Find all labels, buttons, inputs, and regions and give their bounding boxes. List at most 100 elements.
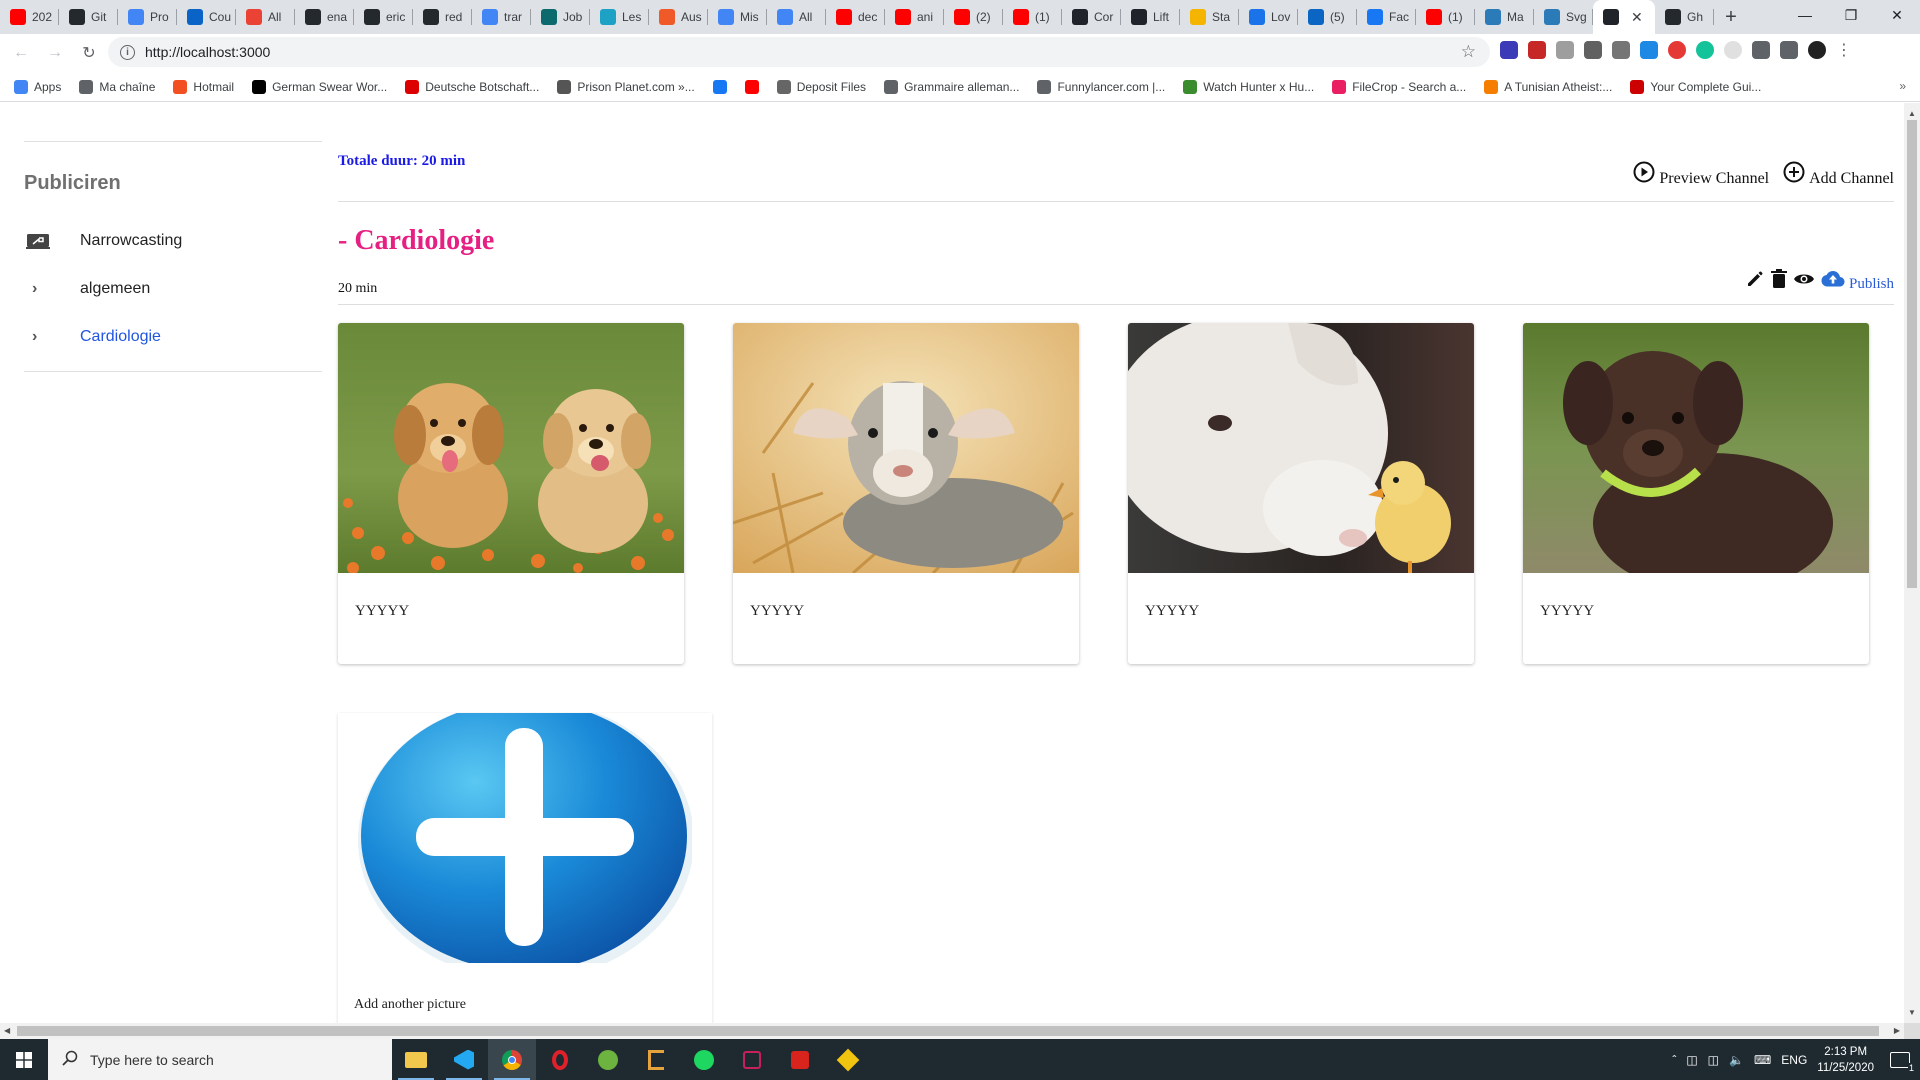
- browser-tab[interactable]: Lov: [1239, 0, 1298, 34]
- extension-icon[interactable]: [1500, 41, 1518, 59]
- taskbar-search-box[interactable]: Type here to search: [48, 1039, 392, 1080]
- minimize-button[interactable]: —: [1782, 0, 1828, 30]
- bookmark-item[interactable]: Ma chaîne: [79, 79, 155, 94]
- new-tab-button[interactable]: +: [1714, 0, 1748, 34]
- sidebar-item-algemeen[interactable]: › algemeen: [24, 265, 322, 313]
- browser-tab[interactable]: Aus: [649, 0, 708, 34]
- volume-icon[interactable]: 🔈: [1729, 1053, 1744, 1067]
- browser-tab[interactable]: Les: [590, 0, 649, 34]
- network-icon[interactable]: ◫: [1686, 1053, 1697, 1067]
- file-explorer-icon[interactable]: [392, 1039, 440, 1080]
- chevron-right-icon[interactable]: ›: [24, 328, 80, 346]
- picture-card[interactable]: YYYYY: [733, 323, 1079, 664]
- extensions-puzzle-icon[interactable]: [1752, 41, 1770, 59]
- browser-tab[interactable]: All: [236, 0, 295, 34]
- scroll-left-arrow-icon[interactable]: ◀: [4, 1026, 10, 1035]
- forward-button[interactable]: →: [42, 40, 68, 66]
- vscode-icon[interactable]: [440, 1039, 488, 1080]
- bookmark-item[interactable]: Your Complete Gui...: [1630, 79, 1761, 94]
- chrome-icon[interactable]: [488, 1039, 536, 1080]
- keyboard-icon[interactable]: ⌨: [1754, 1053, 1771, 1067]
- picture-card[interactable]: YYYYY: [1128, 323, 1474, 664]
- browser-tab[interactable]: (2): [944, 0, 1003, 34]
- browser-tab[interactable]: ena: [295, 0, 354, 34]
- extension-icon[interactable]: [1584, 41, 1602, 59]
- address-bar[interactable]: i http://localhost:3000 ☆: [108, 37, 1490, 67]
- picture-card[interactable]: YYYYY: [338, 323, 684, 664]
- windows-start-button[interactable]: [0, 1039, 48, 1080]
- extension-icon[interactable]: [1556, 41, 1574, 59]
- horizontal-scrollbar[interactable]: ◀ ▶: [0, 1023, 1904, 1039]
- bookmark-item[interactable]: Deposit Files: [776, 79, 866, 94]
- site-info-icon[interactable]: i: [120, 44, 135, 60]
- scroll-up-arrow-icon[interactable]: ▲: [1908, 109, 1916, 118]
- browser-tab[interactable]: Cou: [177, 0, 236, 34]
- scroll-down-arrow-icon[interactable]: ▼: [1908, 1008, 1916, 1017]
- browser-tab[interactable]: (1): [1003, 0, 1062, 34]
- picture-card[interactable]: YYYYY: [1523, 323, 1869, 664]
- horizontal-scroll-thumb[interactable]: [17, 1026, 1879, 1036]
- browser-tab[interactable]: Cor: [1062, 0, 1121, 34]
- add-channel-button[interactable]: Add Channel: [1783, 161, 1894, 188]
- restore-button[interactable]: ❐: [1828, 0, 1874, 30]
- scroll-right-arrow-icon[interactable]: ▶: [1894, 1026, 1900, 1035]
- close-tab-icon[interactable]: ✕: [1631, 9, 1643, 26]
- url-text[interactable]: http://localhost:3000: [145, 44, 270, 60]
- browser-tab[interactable]: Svg: [1534, 0, 1593, 34]
- bookmark-item[interactable]: Watch Hunter x Hu...: [1183, 79, 1314, 94]
- bookmark-item[interactable]: [712, 79, 727, 94]
- publish-button[interactable]: Publish: [1821, 270, 1894, 293]
- edit-pencil-icon[interactable]: [1745, 269, 1765, 294]
- spring-icon[interactable]: [584, 1039, 632, 1080]
- sidebar-item-cardiologie[interactable]: › Cardiologie: [24, 313, 322, 361]
- back-button[interactable]: ←: [8, 40, 34, 66]
- bookmark-item[interactable]: Prison Planet.com »...: [557, 79, 695, 94]
- card-image-two-golden-puppies[interactable]: [338, 323, 684, 573]
- vivaldi-icon[interactable]: [728, 1039, 776, 1080]
- browser-tab[interactable]: trar: [472, 0, 531, 34]
- extension-icon[interactable]: [1612, 41, 1630, 59]
- grammarly-icon[interactable]: [1696, 41, 1714, 59]
- monitor-icon[interactable]: ◫: [1708, 1053, 1719, 1067]
- add-picture-button[interactable]: [356, 700, 694, 980]
- reload-button[interactable]: ↻: [76, 40, 102, 66]
- browser-tab[interactable]: Lift: [1121, 0, 1180, 34]
- add-picture-card[interactable]: Add another picture: [338, 700, 712, 1023]
- preview-channel-button[interactable]: Preview Channel: [1633, 161, 1769, 188]
- browser-tab[interactable]: (5): [1298, 0, 1357, 34]
- bookmark-item[interactable]: Grammaire alleman...: [884, 79, 1019, 94]
- card-image-brown-labrador-puppy[interactable]: [1523, 323, 1869, 573]
- bookmark-item[interactable]: FileCrop - Search a...: [1332, 79, 1466, 94]
- browser-tab[interactable]: eric: [354, 0, 413, 34]
- spotify-icon[interactable]: [680, 1039, 728, 1080]
- browser-tab[interactable]: Sta: [1180, 0, 1239, 34]
- browser-tab[interactable]: Fac: [1357, 0, 1416, 34]
- browser-tab[interactable]: red: [413, 0, 472, 34]
- bookmark-item[interactable]: Hotmail: [173, 79, 234, 94]
- language-indicator[interactable]: ENG: [1781, 1053, 1807, 1067]
- chevron-right-icon[interactable]: ›: [24, 280, 80, 298]
- browser-tab[interactable]: 202: [0, 0, 59, 34]
- bookmark-item[interactable]: [744, 79, 759, 94]
- bookmark-item[interactable]: Apps: [14, 79, 61, 94]
- bookmark-item[interactable]: Funnylancer.com |...: [1037, 79, 1165, 94]
- vertical-scroll-thumb[interactable]: [1907, 120, 1917, 588]
- media-icon[interactable]: [1780, 41, 1798, 59]
- profile-avatar[interactable]: [1808, 41, 1826, 59]
- browser-tab[interactable]: Gh: [1655, 0, 1714, 34]
- clock[interactable]: 2:13 PM 11/25/2020: [1817, 1044, 1874, 1076]
- bookmarks-overflow-icon[interactable]: »: [1899, 79, 1906, 93]
- adblock-icon[interactable]: [1668, 41, 1686, 59]
- bookmark-item[interactable]: German Swear Wor...: [252, 79, 387, 94]
- bookmark-item[interactable]: Deutsche Botschaft...: [405, 79, 539, 94]
- vertical-scrollbar[interactable]: ▲ ▼: [1904, 103, 1920, 1023]
- browser-tab[interactable]: Mis: [708, 0, 767, 34]
- opera-icon[interactable]: [536, 1039, 584, 1080]
- browser-tab-active[interactable]: ✕: [1593, 0, 1655, 34]
- browser-tab[interactable]: ani: [885, 0, 944, 34]
- close-window-button[interactable]: ✕: [1874, 0, 1920, 30]
- card-image-lamb-and-chick[interactable]: [1128, 323, 1474, 573]
- extension-icon[interactable]: [1528, 41, 1546, 59]
- delete-trash-icon[interactable]: [1770, 269, 1787, 294]
- sidebar-item-narrowcasting[interactable]: Narrowcasting: [24, 217, 322, 265]
